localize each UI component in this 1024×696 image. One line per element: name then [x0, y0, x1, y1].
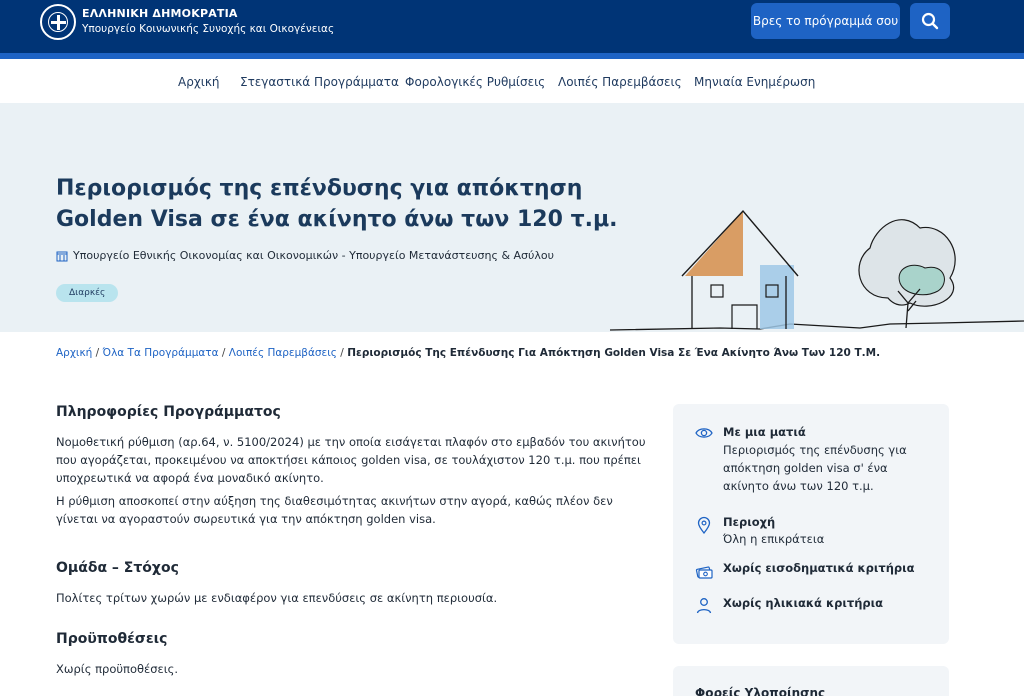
emblem-cross-bar: [51, 21, 66, 24]
search-button[interactable]: [910, 3, 950, 39]
info-paragraph-1: Νομοθετική ρύθμιση (αρ.64, ν. 5100/2024)…: [56, 435, 646, 485]
status-badge: Διαρκές: [56, 284, 119, 302]
breadcrumb-home[interactable]: Αρχική: [56, 347, 92, 359]
house-tree-illustration: [609, 209, 1024, 331]
money-icon: [695, 566, 713, 579]
greek-emblem-logo[interactable]: [40, 4, 76, 40]
page-title: Περιορισμός της επένδυσης για απόκτηση G…: [56, 176, 618, 232]
info-paragraph-2: Η ρύθμιση αποσκοπεί στην αύξηση της διαθ…: [56, 494, 613, 526]
search-icon: [921, 12, 939, 30]
region-heading: Περιοχή: [723, 515, 776, 529]
age-criteria-heading: Χωρίς ηλικιακά κριτήρια: [723, 596, 883, 610]
breadcrumb-separator: /: [221, 347, 226, 359]
eye-icon: [695, 428, 713, 438]
ministry-name[interactable]: Υπουργείο Κοινωνικής Συνοχής και Οικογέν…: [82, 23, 334, 35]
target-group-title: Ομάδα – Στόχος: [56, 560, 179, 576]
building-icon: [56, 251, 68, 261]
nav-item-housing[interactable]: Στεγαστικά Προγράμματα: [240, 75, 399, 89]
glance-text: Περιορισμός της επένδυσης για απόκτηση g…: [723, 443, 907, 493]
requirements-text: Χωρίς προϋποθέσεις.: [56, 662, 179, 676]
hero-banner: Περιορισμός της επένδυσης για απόκτηση G…: [0, 103, 1024, 332]
region-text: Όλη η επικράτεια: [723, 532, 825, 546]
nav-item-other[interactable]: Λοιπές Παρεμβάσεις: [558, 75, 682, 89]
breadcrumb-separator: /: [95, 347, 100, 359]
breadcrumb-all-programs[interactable]: Όλα Τα Προγράμματα: [103, 347, 219, 359]
requirements-title: Προϋποθέσεις: [56, 631, 168, 647]
implementing-bodies-card: Φορείς Υλοποίησης: [673, 666, 949, 696]
nav-item-monthly[interactable]: Μηνιαία Ενημέρωση: [694, 75, 815, 89]
at-a-glance-card: Με μια ματιά Περιορισμός της επένδυσης γ…: [673, 404, 949, 644]
main-nav: Αρχική Στεγαστικά Προγράμματα Φορολογικέ…: [0, 59, 1024, 103]
income-criteria-heading: Χωρίς εισοδηματικά κριτήρια: [723, 561, 915, 575]
breadcrumb-separator: /: [340, 347, 344, 359]
gov-title[interactable]: ΕΛΛΗΝΙΚΗ ΔΗΜΟΚΡΑΤΙΑ: [82, 7, 238, 20]
glance-heading: Με μια ματιά: [723, 425, 806, 439]
find-program-button[interactable]: Βρες το πρόγραμμά σου: [751, 3, 900, 39]
nav-item-home[interactable]: Αρχική: [178, 75, 220, 89]
implementing-bodies-heading: Φορείς Υλοποίησης: [695, 686, 826, 696]
target-group-text: Πολίτες τρίτων χωρών με ενδιαφέρον για ε…: [56, 591, 498, 605]
location-pin-icon: [697, 516, 711, 534]
breadcrumb: Αρχική / Όλα Τα Προγράμματα / Λοιπές Παρ…: [56, 347, 880, 359]
person-icon: [696, 598, 712, 614]
info-section-title: Πληροφορίες Προγράμματος: [56, 404, 281, 420]
organization-text: Υπουργείο Εθνικής Οικονομίας και Οικονομ…: [73, 249, 554, 262]
breadcrumb-current: Περιορισμός Της Επένδυσης Για Απόκτηση G…: [347, 347, 881, 359]
hero-organization: Υπουργείο Εθνικής Οικονομίας και Οικονομ…: [56, 249, 554, 262]
breadcrumb-other-measures[interactable]: Λοιπές Παρεμβάσεις: [229, 347, 337, 359]
top-header: ΕΛΛΗΝΙΚΗ ΔΗΜΟΚΡΑΤΙΑ Υπουργείο Κοινωνικής…: [0, 0, 1024, 53]
nav-item-tax[interactable]: Φορολογικές Ρυθμίσεις: [405, 75, 545, 89]
